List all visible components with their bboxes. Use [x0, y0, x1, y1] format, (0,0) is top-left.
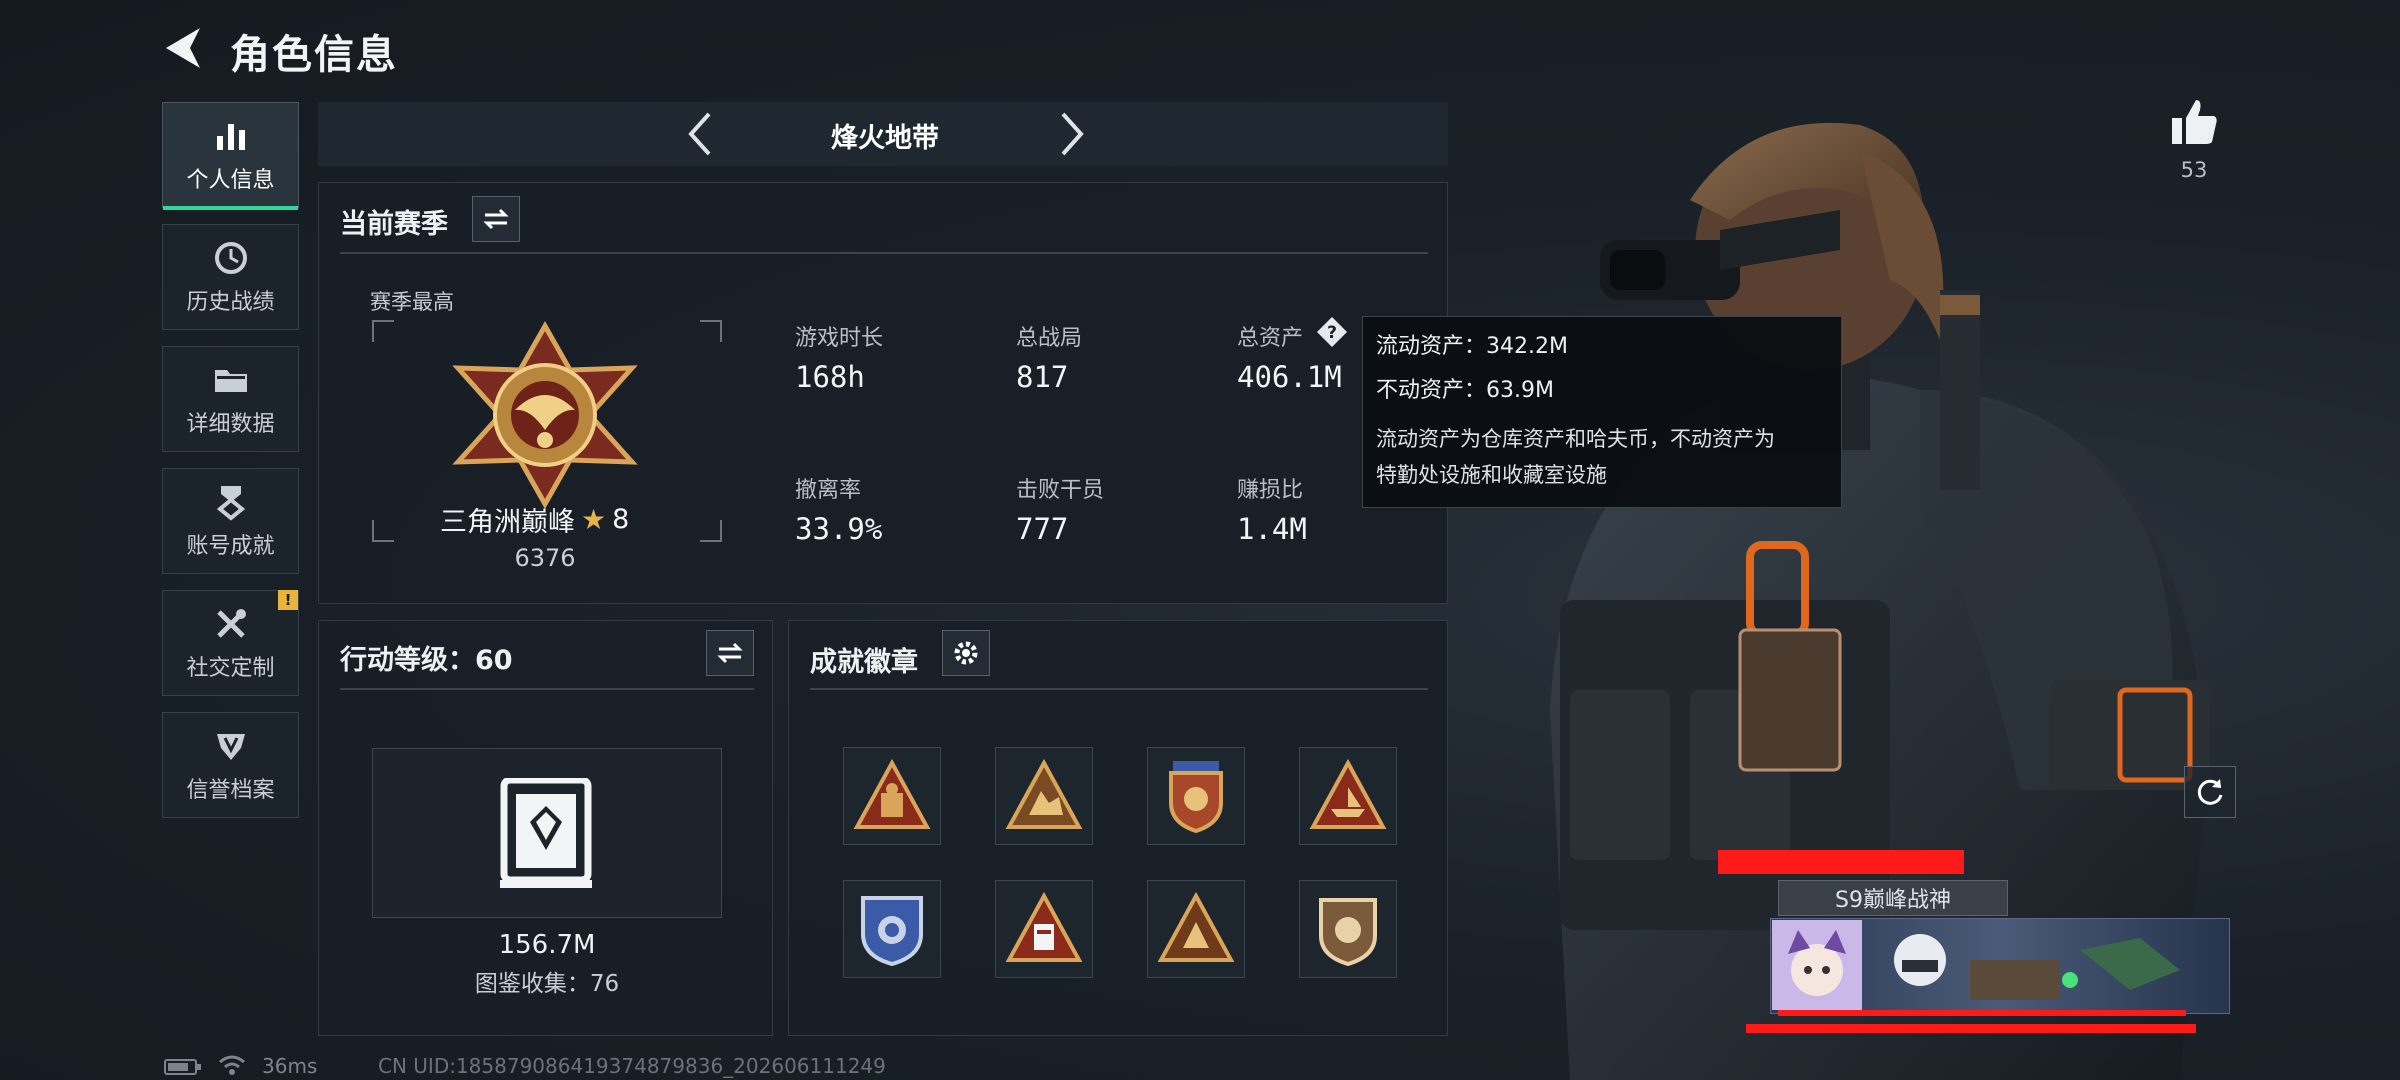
badge-7-icon: [1157, 891, 1235, 962]
achievement-badge[interactable]: [1299, 880, 1397, 978]
help-icon[interactable]: ?: [1315, 315, 1349, 349]
title-banner: S9巅峰战神: [1778, 880, 2008, 916]
frame-corner: [372, 520, 394, 542]
action-level-divider: [340, 688, 754, 690]
tooltip-fixed-assets: 不动资产：63.9M: [1376, 378, 1554, 403]
action-level-title: 行动等级：60: [340, 645, 513, 676]
sidebar-item-label: 信誉档案: [186, 778, 275, 803]
rank-emblem-icon: [452, 320, 638, 510]
achievement-badge[interactable]: [843, 747, 941, 845]
achievement-badge[interactable]: [843, 880, 941, 978]
collection-cabinet-icon: [500, 778, 592, 888]
achievement-badge[interactable]: [1147, 747, 1245, 845]
sidebar-item-label: 社交定制: [186, 656, 275, 681]
trophy-icon: [216, 486, 245, 521]
frame-corner: [700, 320, 722, 342]
tooltip-note-line: 特勤处设施和收藏室设施: [1376, 463, 1607, 487]
action-level-value: 156.7M: [498, 930, 596, 960]
clock-icon: [214, 242, 247, 274]
season-best-label: 赛季最高: [370, 290, 454, 314]
rotate-button[interactable]: [2184, 766, 2236, 818]
mode-title: 烽火地带: [831, 123, 939, 154]
badge-4-icon: [1309, 758, 1387, 829]
sidebar-item-detailed-data[interactable]: 详细数据: [162, 346, 299, 452]
ping-text: 36ms: [262, 1054, 318, 1078]
stat-value: 168h: [795, 360, 865, 394]
bar-chart-icon: [216, 124, 245, 150]
frame-corner: [700, 520, 722, 542]
stat-value: 1.4M: [1237, 512, 1307, 546]
swap-icon: [717, 642, 743, 664]
swap-icon: [483, 208, 509, 230]
rank-stars: 8: [612, 504, 630, 535]
card-illustration: [1894, 934, 2180, 1000]
sidebar-item-label: 历史战绩: [186, 290, 275, 315]
redaction-mark: [1778, 1010, 2186, 1016]
sidebar-item-personal-info[interactable]: 个人信息: [162, 102, 299, 210]
title-banner-text: S9巅峰战神: [1835, 888, 1951, 913]
stat-label: 撤离率: [795, 478, 862, 503]
stat-label: 击败干员: [1016, 478, 1105, 503]
sidebar-item-label: 个人信息: [186, 168, 275, 193]
rank-score: 6376: [514, 544, 576, 572]
stat-label: 总资产: [1237, 326, 1304, 351]
badge-3-icon: [1169, 761, 1223, 834]
stat-label: 赚损比: [1237, 478, 1304, 503]
action-level-switch-button[interactable]: [706, 630, 754, 676]
tooltip-note-line: 流动资产为仓库资产和哈夫币，不动资产为: [1376, 427, 1775, 451]
sidebar-item-credit-profile[interactable]: 信誉档案: [162, 712, 299, 818]
folder-icon: [214, 370, 247, 392]
tooltip-liquid-assets: 流动资产：342.2M: [1376, 334, 1568, 359]
achievement-badge[interactable]: [995, 747, 1093, 845]
rotate-icon: [2197, 779, 2223, 805]
achievements-divider: [810, 688, 1428, 690]
badge-2-icon: [1005, 758, 1083, 829]
sidebar-item-label: 账号成就: [186, 534, 275, 559]
badge-6-icon: [1005, 891, 1083, 962]
sidebar-item-match-history[interactable]: 历史战绩: [162, 224, 299, 330]
battery-icon: [164, 1059, 201, 1075]
sidebar-item-achievements[interactable]: 账号成就: [162, 468, 299, 574]
chevron-left-icon[interactable]: [675, 108, 727, 160]
collection-count: 图鉴收集：76: [474, 971, 620, 997]
back-arrow-icon[interactable]: [160, 24, 208, 72]
season-switch-button[interactable]: [472, 196, 520, 242]
redaction-mark: [1718, 850, 1964, 874]
svg-text:?: ?: [1327, 323, 1337, 343]
badge-8-icon: [1319, 898, 1377, 967]
season-title: 当前赛季: [340, 209, 448, 240]
redaction-mark: [1746, 1024, 2196, 1033]
stat-label: 总战局: [1016, 326, 1083, 351]
notification-badge: !: [278, 590, 298, 610]
rank-name: 三角洲巅峰: [440, 507, 575, 538]
stat-value: 817: [1016, 360, 1069, 394]
page-title: 角色信息: [230, 32, 398, 78]
star-icon: ★: [581, 503, 607, 536]
avatar: [1772, 920, 1862, 1010]
rank-name-row: 三角洲巅峰 ★ 8: [440, 500, 650, 539]
achievement-badge[interactable]: [1147, 880, 1245, 978]
shield-icon: [216, 734, 245, 760]
thumbs-up-icon[interactable]: [2168, 96, 2220, 148]
stat-value: 33.9%: [795, 512, 883, 546]
frame-corner: [372, 320, 394, 342]
achievement-badge[interactable]: [995, 880, 1093, 978]
achievements-title: 成就徽章: [810, 647, 918, 678]
uid-text: CN UID:18587908641937487983​6_20260611​1…: [378, 1054, 886, 1078]
stat-value: 406.1M: [1237, 360, 1342, 394]
season-divider: [340, 252, 1428, 254]
sidebar-item-label: 详细数据: [186, 412, 275, 437]
badge-5-icon: [861, 896, 923, 967]
stat-value: 777: [1016, 512, 1069, 546]
like-count: 53: [2180, 158, 2208, 182]
achievement-badge[interactable]: [1299, 747, 1397, 845]
badge-1-icon: [853, 758, 931, 829]
gear-icon: [954, 641, 978, 665]
tools-icon: [216, 609, 246, 638]
chevron-right-icon[interactable]: [1045, 108, 1097, 160]
wifi-icon: [219, 1055, 245, 1075]
achievements-settings-button[interactable]: [942, 630, 990, 676]
stat-label: 游戏时长: [795, 326, 884, 351]
